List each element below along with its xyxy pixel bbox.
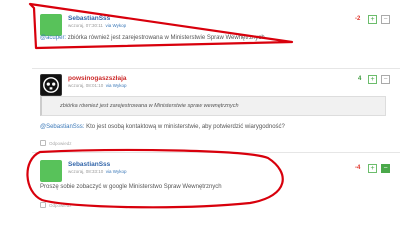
comment-via[interactable]: via Wykop bbox=[105, 23, 126, 28]
comment-body: Kto jest osobą kontaktową w ministerstwi… bbox=[84, 124, 285, 130]
comment-meta: wczoraj, 08:33:10 via Wykop bbox=[68, 169, 127, 174]
reply-icon bbox=[40, 140, 46, 146]
comment-username[interactable]: powsinogaszszłaja bbox=[68, 75, 127, 82]
comment-via[interactable]: via Wykop bbox=[106, 169, 127, 174]
comment-score: -2 bbox=[355, 16, 361, 22]
quote-block: zbiórka również jest zarejestrowana w Mi… bbox=[40, 96, 386, 116]
vote-down-button[interactable]: − bbox=[381, 75, 390, 84]
comment-via[interactable]: via Wykop bbox=[106, 83, 127, 88]
reply-label: Odpowiedz bbox=[49, 140, 72, 146]
avatar[interactable] bbox=[40, 160, 62, 182]
comment-username[interactable]: SebastianSss bbox=[68, 161, 110, 168]
vote-up-button[interactable]: + bbox=[368, 75, 377, 84]
comment-score: 4 bbox=[358, 76, 362, 82]
vote-up-button[interactable]: + bbox=[368, 15, 377, 24]
comment-username[interactable]: SebastianSss bbox=[68, 15, 110, 22]
vote-down-button[interactable]: − bbox=[381, 164, 390, 173]
comment-body: zbiórka również jest zarejestrowana w Mi… bbox=[66, 35, 265, 41]
avatar[interactable] bbox=[40, 74, 62, 96]
reply-label: Odpowiedz bbox=[49, 202, 72, 208]
comment-time: wczoraj, 08:33:10 bbox=[68, 169, 104, 174]
red-oval-annotation bbox=[26, 148, 284, 209]
mention-link[interactable]: @acuper: bbox=[40, 35, 66, 41]
comment-time: wczoraj, 08:01:10 bbox=[68, 83, 104, 88]
vote-up-button[interactable]: + bbox=[368, 164, 377, 173]
reply-button[interactable]: Odpowiedz bbox=[40, 140, 72, 146]
comment-text: Proszę sobie zobaczyć w google Ministers… bbox=[40, 184, 222, 190]
comment-meta: wczoraj, 08:01:10 via Wykop bbox=[68, 83, 127, 88]
reply-button[interactable]: Odpowiedz bbox=[40, 202, 72, 208]
quote-text: zbiórka również jest zarejestrowana w Mi… bbox=[60, 103, 239, 109]
reply-icon bbox=[40, 202, 46, 208]
vote-down-button[interactable]: − bbox=[381, 15, 390, 24]
divider bbox=[32, 68, 400, 69]
comment-body: Proszę sobie zobaczyć w google Ministers… bbox=[40, 184, 222, 190]
comment-score: -4 bbox=[355, 165, 361, 171]
comment-text: @acuper: zbiórka również jest zarejestro… bbox=[40, 35, 265, 41]
comment-time: wczoraj, 07:30:11 bbox=[68, 23, 103, 28]
avatar[interactable] bbox=[40, 14, 62, 36]
mention-link[interactable]: @SebastianSss: bbox=[40, 124, 84, 130]
comment-text: @SebastianSss: Kto jest osobą kontaktową… bbox=[40, 124, 285, 130]
divider bbox=[32, 152, 400, 153]
comment-meta: wczoraj, 07:30:11 via Wykop bbox=[68, 23, 126, 28]
skull-logo-icon bbox=[43, 77, 59, 93]
